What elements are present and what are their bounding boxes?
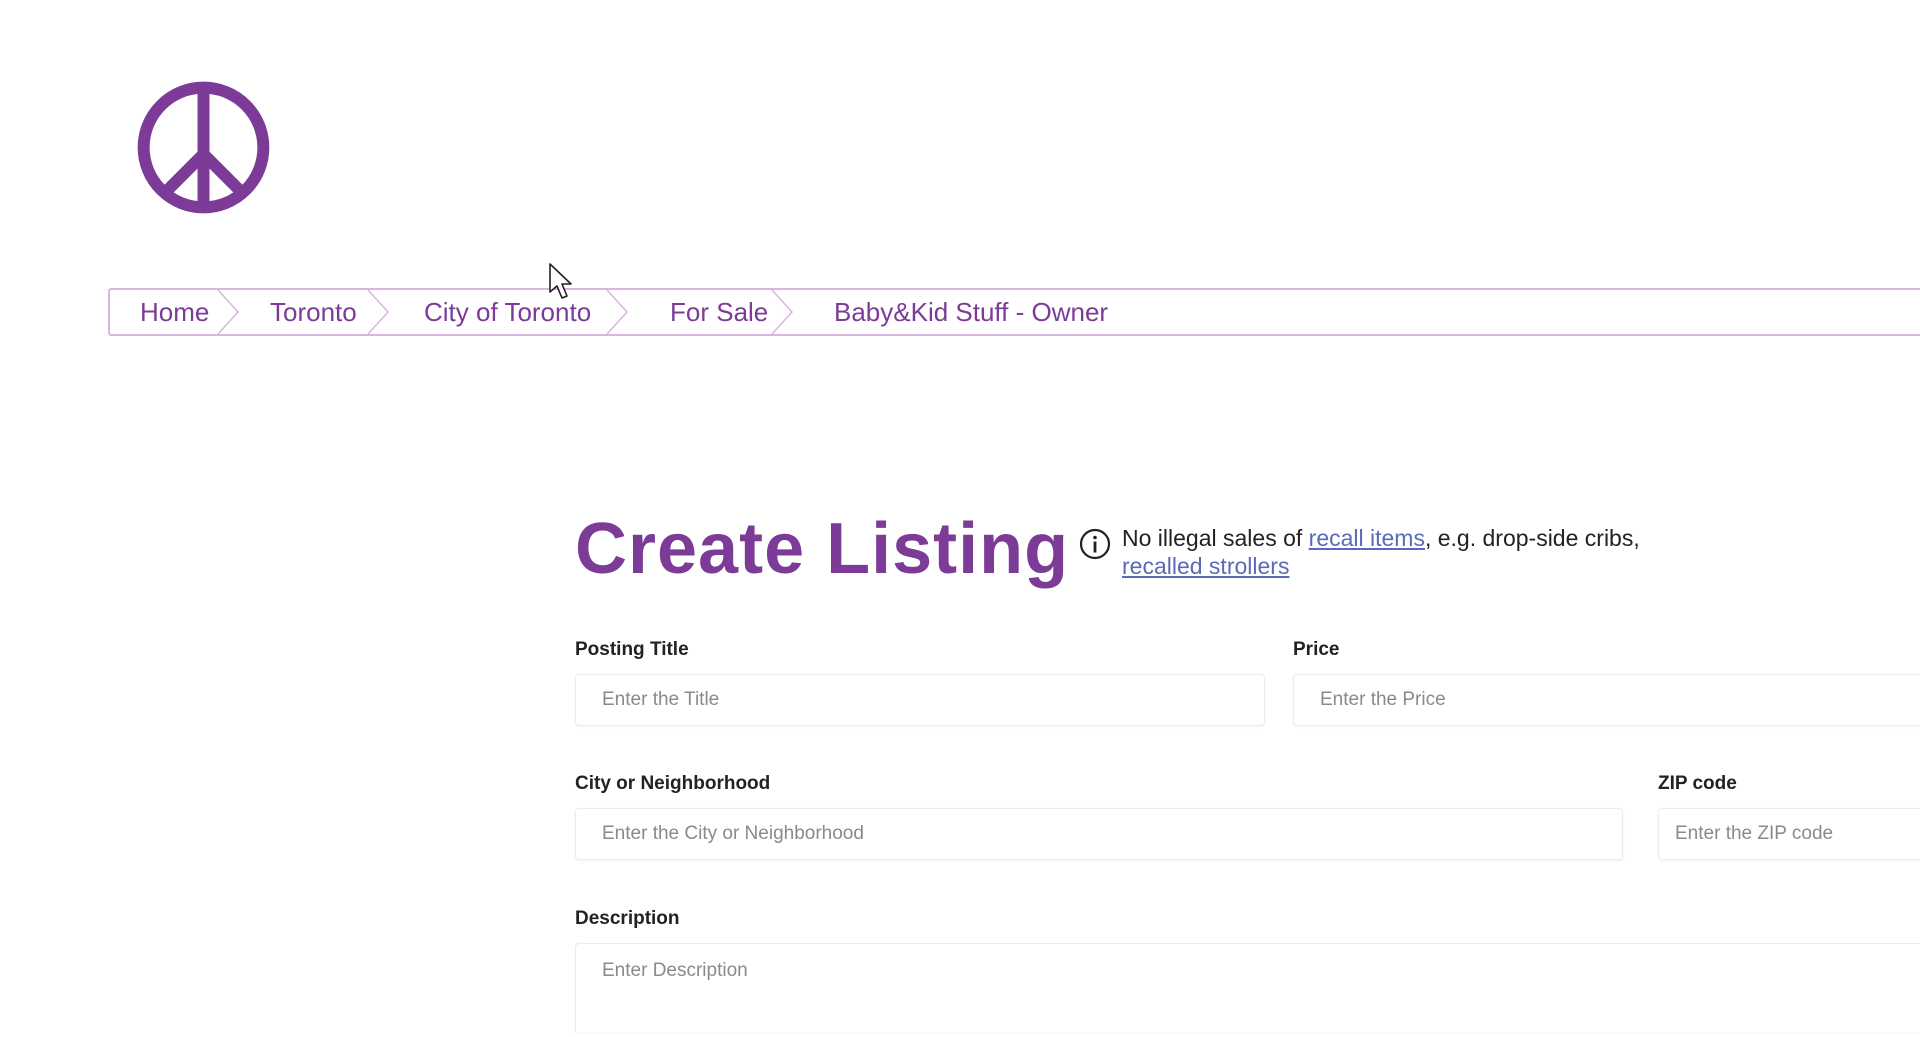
description-label: Description <box>575 908 680 929</box>
price-field <box>1293 674 1920 726</box>
description-field <box>575 943 1920 1032</box>
zip-field <box>1658 808 1920 860</box>
zip-label: ZIP code <box>1658 773 1737 794</box>
breadcrumb-for-sale-label: For Sale <box>670 296 769 327</box>
posting-title-label: Posting Title <box>575 639 689 660</box>
price-label: Price <box>1293 639 1340 660</box>
breadcrumb-toronto-label: Toronto <box>270 296 357 327</box>
city-field <box>575 808 1623 860</box>
mouse-cursor-icon <box>549 263 572 299</box>
breadcrumb-city-of-toronto[interactable]: City of Toronto <box>388 290 629 334</box>
price-input[interactable] <box>1294 675 1920 725</box>
breadcrumb-baby-kid-stuff-owner[interactable]: Baby&Kid Stuff - Owner <box>792 290 1108 334</box>
notice-middle: , e.g. drop-side cribs, <box>1424 525 1640 551</box>
city-label: City or Neighborhood <box>575 773 771 794</box>
breadcrumb-for-sale[interactable]: For Sale <box>627 290 794 334</box>
notice-prefix: No illegal sales of <box>1122 525 1303 551</box>
recalled-strollers-link[interactable]: recalled strollers <box>1122 553 1289 579</box>
description-input[interactable] <box>576 944 1920 1032</box>
posting-title-field <box>575 674 1265 726</box>
city-input[interactable] <box>576 809 1622 859</box>
breadcrumb-toronto[interactable]: Toronto <box>238 290 390 334</box>
page-title: Create Listing <box>575 509 1070 589</box>
zip-input[interactable] <box>1659 809 1920 859</box>
breadcrumb-home[interactable]: Home <box>110 290 240 334</box>
recall-notice-text: No illegal sales of recall items, e.g. d… <box>1122 524 1698 580</box>
posting-title-input[interactable] <box>576 675 1264 725</box>
breadcrumb: Home Toronto City of Toronto For Sale Ba… <box>108 288 1920 336</box>
breadcrumb-home-label: Home <box>140 296 210 327</box>
info-icon <box>1079 528 1111 560</box>
peace-sign-icon[interactable] <box>137 81 270 214</box>
recall-notice: No illegal sales of recall items, e.g. d… <box>1078 524 1698 580</box>
recall-items-link[interactable]: recall items <box>1309 525 1425 551</box>
breadcrumb-baby-kid-stuff-owner-label: Baby&Kid Stuff - Owner <box>834 296 1109 327</box>
